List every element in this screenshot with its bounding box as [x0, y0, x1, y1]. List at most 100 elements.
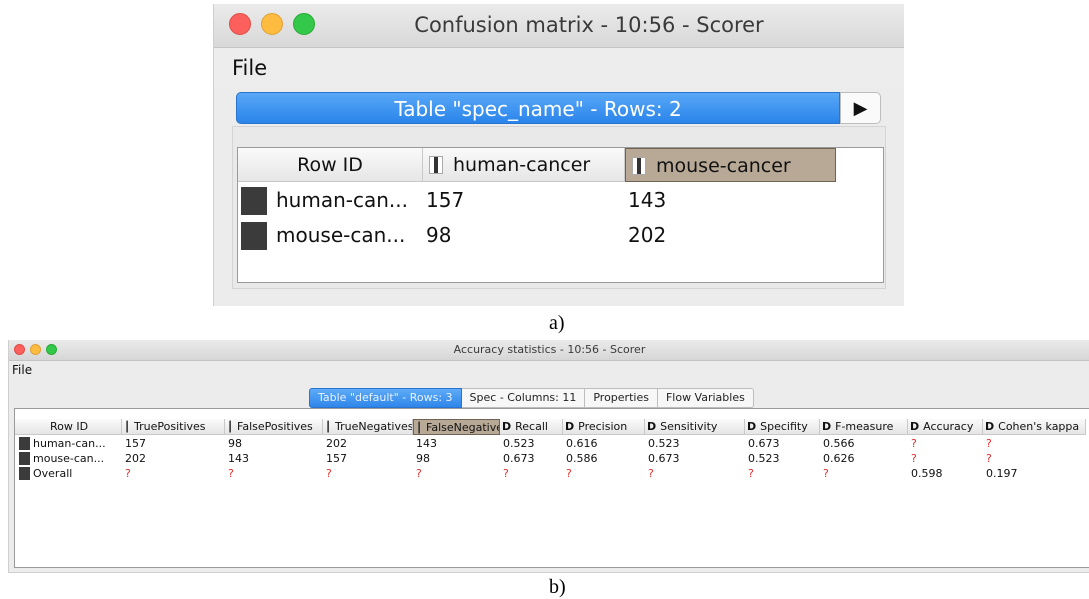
column-header-label: Cohen's kappa — [998, 420, 1080, 433]
column-header-label: Accuracy — [923, 420, 974, 433]
column-header-human-cancer[interactable]: human-cancer — [423, 148, 625, 182]
column-header-row-id[interactable]: Row ID — [238, 148, 423, 182]
table-cell: 0.523 — [503, 437, 535, 450]
table-cell: 0.673 — [748, 437, 780, 450]
double-type-icon: D — [822, 420, 832, 433]
table-cell: 0.523 — [748, 452, 780, 465]
column-header-label: Recall — [515, 420, 548, 433]
table-cell: 98 — [426, 223, 452, 247]
integer-type-icon: ┃ — [227, 422, 234, 433]
menubar: File — [9, 361, 1089, 379]
integer-type-icon: ┃ — [416, 423, 423, 434]
tab-table-spec-name[interactable]: Table "spec_name" - Rows: 2 — [236, 92, 840, 124]
accuracy-statistics-window: Accuracy statistics - 10:56 - Scorer Fil… — [8, 340, 1089, 573]
table-cell: ? — [566, 467, 572, 480]
menu-file[interactable]: File — [232, 56, 267, 80]
table-cell: 202 — [628, 223, 667, 247]
table-cell: 0.566 — [823, 437, 855, 450]
tab-flow-variables[interactable]: Flow Variables — [657, 388, 754, 408]
integer-type-icon: ┃ — [124, 422, 131, 433]
tab-properties[interactable]: Properties — [585, 388, 658, 408]
table-cell: 143 — [228, 452, 249, 465]
double-type-icon: D — [910, 420, 920, 433]
window-title: Accuracy statistics - 10:56 - Scorer — [453, 343, 646, 356]
caption-a: a) — [549, 312, 565, 334]
table-cell: ? — [416, 467, 422, 480]
double-type-icon: D — [747, 420, 757, 433]
confusion-table: Row ID human-cancer mouse-cancer human-c… — [237, 147, 884, 283]
row-color-swatch — [19, 467, 30, 480]
column-header-truepositives[interactable]: ┃ TruePositives — [122, 419, 225, 435]
table-row[interactable]: Overall????????? 0.598 0.197 — [15, 467, 1089, 481]
column-header-label: Sensitivity — [660, 420, 718, 433]
table-cell: 143 — [628, 188, 667, 212]
double-type-icon: D — [647, 420, 657, 433]
row-id-cell: human-can... — [33, 437, 106, 450]
column-header-row-id[interactable]: Row ID — [15, 419, 122, 435]
column-header-label: Row ID — [49, 420, 89, 433]
table-cell: ? — [823, 467, 829, 480]
column-header-falsenegatives[interactable]: ┃FalseNegatives — [413, 419, 500, 435]
double-type-icon: D — [985, 420, 995, 433]
table-cell: ? — [748, 467, 754, 480]
table-cell: 0.197 — [986, 467, 1018, 480]
column-header-accuracy[interactable]: D Accuracy — [908, 419, 983, 435]
tab-spec-columns[interactable]: Spec - Columns: 11 — [461, 388, 586, 408]
column-header-label: TrueNegatives — [335, 420, 413, 433]
integer-type-icon — [429, 156, 443, 174]
row-id-cell: Overall — [33, 467, 73, 480]
column-header-cohen-s-kappa[interactable]: D Cohen's kappa — [983, 419, 1086, 435]
table-cell: 0.673 — [648, 452, 680, 465]
column-header-truenegatives[interactable]: ┃ TrueNegatives — [323, 419, 413, 435]
table-cell: ? — [986, 437, 992, 450]
table-row[interactable]: human-can... 157 98 202 143 0.523 0.616 0.523 0.… — [15, 437, 1089, 451]
table-row[interactable]: mouse-can... 202 143 157 98 0.673 0.586 0.673 0.… — [15, 452, 1089, 466]
table-row[interactable]: human-can... 157 143 — [238, 184, 883, 219]
table-cell: 157 — [125, 437, 146, 450]
column-header-label: FalsePositives — [237, 420, 313, 433]
statistics-table: Row ID ┃ TruePositives ┃ FalsePositives ┃ True… — [14, 408, 1089, 568]
table-cell: ? — [911, 437, 917, 450]
row-id-cell: human-can... — [276, 188, 408, 212]
menu-file[interactable]: File — [12, 363, 32, 377]
column-header-label: FalseNegatives — [426, 421, 499, 434]
double-type-icon: D — [565, 420, 575, 433]
table-cell: ? — [125, 467, 131, 480]
column-header-f-measure[interactable]: D F-measure — [820, 419, 908, 435]
table-row[interactable]: mouse-can... 98 202 — [238, 219, 883, 254]
column-header-label: TruePositives — [134, 420, 206, 433]
table-cell: ? — [911, 452, 917, 465]
column-header-label: Precision — [578, 420, 628, 433]
row-color-swatch — [241, 187, 267, 215]
table-cell: ? — [503, 467, 509, 480]
column-header-label: Specifity — [760, 420, 808, 433]
window-titlebar[interactable]: Accuracy statistics - 10:56 - Scorer — [9, 340, 1089, 361]
row-id-cell: mouse-can... — [33, 452, 105, 465]
row-color-swatch — [19, 437, 30, 450]
column-header-label: F-measure — [835, 420, 894, 433]
column-header-recall[interactable]: D Recall — [500, 419, 563, 435]
table-panel: Row ID human-cancer mouse-cancer human-c… — [232, 126, 886, 289]
column-header-precision[interactable]: D Precision — [563, 419, 645, 435]
tab-table-default[interactable]: Table "default" - Rows: 3 — [309, 388, 462, 408]
row-color-swatch — [19, 452, 30, 465]
column-header-falsepositives[interactable]: ┃ FalsePositives — [225, 419, 323, 435]
confusion-matrix-window: Confusion matrix - 10:56 - Scorer File T… — [213, 4, 904, 306]
window-titlebar[interactable]: Confusion matrix - 10:56 - Scorer — [214, 4, 904, 48]
row-color-swatch — [241, 222, 267, 250]
table-cell: 0.616 — [566, 437, 598, 450]
tab-bar: Table "default" - Rows: 3 Spec - Columns… — [309, 388, 754, 408]
table-cell: 202 — [326, 437, 347, 450]
play-arrow-icon[interactable]: ▶ — [840, 92, 881, 124]
row-id-cell: mouse-can... — [276, 223, 406, 247]
column-header-specifity[interactable]: D Specifity — [745, 419, 820, 435]
window-title: Confusion matrix - 10:56 - Scorer — [414, 13, 764, 37]
column-header-sensitivity[interactable]: D Sensitivity — [645, 419, 745, 435]
table-header: Row ID human-cancer mouse-cancer — [238, 148, 883, 183]
table-cell: 143 — [416, 437, 437, 450]
table-cell: ? — [648, 467, 654, 480]
table-cell: 0.598 — [911, 467, 943, 480]
table-cell: 0.673 — [503, 452, 535, 465]
table-cell: 98 — [416, 452, 430, 465]
column-header-mouse-cancer[interactable]: mouse-cancer — [625, 148, 836, 182]
